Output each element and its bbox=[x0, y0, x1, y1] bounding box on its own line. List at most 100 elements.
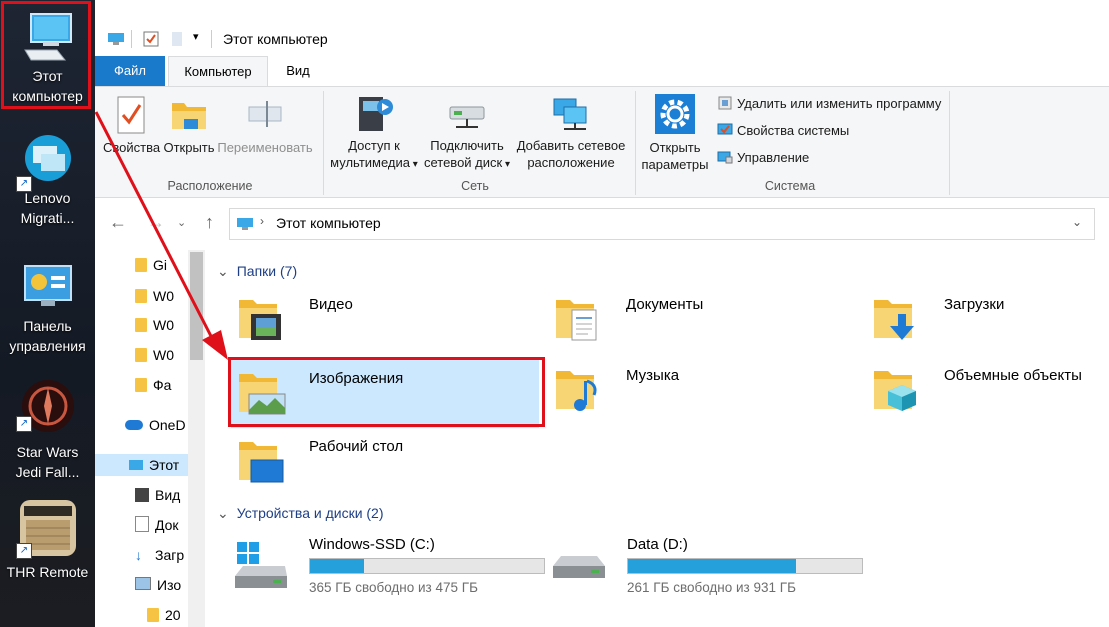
forward-arrow-icon[interactable]: → bbox=[147, 212, 165, 233]
pictures-icon bbox=[135, 577, 151, 590]
up-arrow-icon[interactable]: ↑ bbox=[205, 212, 214, 233]
ribbon-separator bbox=[635, 91, 636, 195]
group-header-folders[interactable]: ⌄ Папки (7) bbox=[217, 263, 297, 280]
folder-3d-objects[interactable]: Объемные объекты bbox=[860, 357, 1109, 425]
folder-icon bbox=[135, 258, 147, 272]
drive-free-space: 261 ГБ свободно из 931 ГБ bbox=[627, 580, 796, 595]
add-network-location-button[interactable]: Добавить сетевое расположение bbox=[513, 93, 629, 171]
folder-icon bbox=[135, 348, 147, 362]
drive-c[interactable]: Windows-SSD (C:) 365 ГБ свободно из 475 … bbox=[225, 532, 545, 602]
add-location-label-1: Добавить сетевое bbox=[516, 138, 626, 153]
settings-gear-icon bbox=[655, 94, 695, 134]
manage-button[interactable]: Управление bbox=[717, 147, 809, 169]
drive-d[interactable]: Data (D:) 261 ГБ свободно из 931 ГБ bbox=[543, 532, 863, 602]
desktop-icon-label: THR Remote bbox=[6, 564, 89, 580]
cloud-icon bbox=[125, 420, 143, 430]
highlight-frame bbox=[1, 1, 91, 109]
media-access-button[interactable]: Доступ к мультимедиа ▾ bbox=[329, 93, 419, 173]
group-header-drives[interactable]: ⌄ Устройства и диски (2) bbox=[217, 505, 384, 522]
group-label-network: Сеть bbox=[461, 179, 489, 193]
folder-videos[interactable]: Видео bbox=[225, 286, 531, 354]
properties-quick-icon[interactable] bbox=[143, 31, 159, 47]
group-header-label: Устройства и диски (2) bbox=[236, 505, 384, 521]
ribbon-separator bbox=[949, 91, 950, 195]
folder-desktop[interactable]: Рабочий стол bbox=[225, 428, 531, 496]
open-button[interactable]: Открыть bbox=[161, 95, 217, 156]
tab-view[interactable]: Вид bbox=[275, 56, 321, 86]
3d-objects-folder-icon bbox=[874, 371, 916, 411]
nav-item-label: 20 bbox=[165, 607, 181, 623]
nav-item-label: Фа bbox=[153, 377, 172, 393]
this-pc-small-icon bbox=[108, 33, 124, 45]
folder-music[interactable]: Музыка bbox=[542, 357, 848, 425]
nav-item-label: W0 bbox=[153, 347, 174, 363]
video-icon bbox=[135, 488, 149, 502]
downloads-folder-icon bbox=[874, 300, 914, 340]
rename-icon bbox=[248, 101, 282, 127]
videos-folder-icon bbox=[239, 300, 281, 340]
nav-item-label: Gi bbox=[153, 257, 167, 273]
explorer-window: ▾ Этот компьютер Файл Компьютер Вид Свой… bbox=[95, 0, 1109, 627]
folder-icon bbox=[135, 378, 147, 392]
hard-drive-icon bbox=[553, 556, 605, 578]
properties-button[interactable]: Свойства bbox=[103, 95, 160, 156]
map-drive-label-1: Подключить bbox=[430, 138, 504, 153]
title-bar: ▾ Этот компьютер bbox=[95, 0, 1109, 56]
control-panel-icon bbox=[23, 265, 72, 306]
rename-button[interactable]: Переименовать bbox=[217, 95, 313, 156]
desktop-icon-label: Lenovo bbox=[24, 190, 71, 206]
group-label-location: Расположение bbox=[167, 179, 253, 193]
drive-label: Data (D:) bbox=[627, 536, 688, 553]
window-title: Этот компьютер bbox=[223, 31, 328, 47]
ribbon-separator bbox=[323, 91, 324, 195]
manage-label: Управление bbox=[737, 150, 810, 165]
open-label: Открыть bbox=[163, 140, 215, 155]
tab-file[interactable]: Файл bbox=[95, 56, 165, 86]
folder-label: Видео bbox=[309, 296, 353, 313]
folder-label: Рабочий стол bbox=[309, 438, 404, 455]
address-dropdown-icon[interactable]: ⌄ bbox=[1072, 215, 1082, 229]
open-folder-icon bbox=[172, 103, 206, 129]
drive-label: Windows-SSD (C:) bbox=[309, 536, 435, 553]
ribbon: Свойства Открыть Переименовать Расположе… bbox=[95, 86, 1109, 198]
media-access-label-2: мультимедиа bbox=[330, 155, 410, 170]
recent-locations-chevron-icon[interactable]: ⌄ bbox=[177, 216, 186, 229]
folder-documents[interactable]: Документы bbox=[542, 286, 848, 354]
address-path: Этот компьютер bbox=[276, 215, 381, 231]
desktop-icon-thr-remote[interactable]: THR Remote bbox=[0, 498, 95, 582]
desktop-icon-control-panel[interactable]: Панель управления bbox=[0, 262, 95, 356]
windows-drive-icon bbox=[235, 542, 287, 588]
new-folder-quick-icon[interactable] bbox=[171, 31, 183, 47]
media-server-icon bbox=[359, 97, 393, 131]
add-network-location-icon bbox=[553, 98, 587, 130]
drive-free-space: 365 ГБ свободно из 475 ГБ bbox=[309, 580, 478, 595]
desktop-icon-label: управления bbox=[9, 338, 86, 354]
breadcrumb-chevron-icon[interactable]: › bbox=[260, 214, 264, 228]
folder-label: Музыка bbox=[626, 367, 680, 384]
uninstall-program-button[interactable]: Удалить или изменить программу bbox=[717, 93, 941, 115]
map-network-drive-button[interactable]: Подключить сетевой диск ▾ bbox=[421, 93, 513, 173]
navigation-bar: ← → ⌄ ↑ › Этот компьютер ⌄ bbox=[95, 198, 1109, 250]
drive-usage-bar bbox=[309, 558, 545, 574]
folder-label: Документы bbox=[626, 296, 704, 313]
quick-access-dropdown-icon[interactable]: ▾ bbox=[193, 30, 199, 43]
scroll-thumb[interactable] bbox=[190, 252, 203, 360]
ribbon-tabs: Файл Компьютер Вид bbox=[95, 56, 1109, 86]
tab-computer[interactable]: Компьютер bbox=[168, 56, 268, 86]
drive-usage-fill bbox=[310, 559, 364, 573]
map-drive-label-2: сетевой диск bbox=[423, 155, 503, 170]
open-settings-button[interactable]: Открыть параметры bbox=[639, 93, 711, 173]
back-arrow-icon[interactable]: ← bbox=[109, 212, 127, 233]
nav-item-this-pc[interactable]: Этот bbox=[95, 454, 188, 476]
desktop-icon-star-wars[interactable]: Star Wars Jedi Fall... bbox=[0, 376, 95, 482]
system-properties-button[interactable]: Свойства системы bbox=[717, 120, 849, 142]
group-header-label: Папки (7) bbox=[236, 263, 298, 279]
nav-scrollbar[interactable] bbox=[188, 250, 205, 627]
address-bar[interactable]: › Этот компьютер ⌄ bbox=[229, 208, 1095, 240]
folder-downloads[interactable]: Загрузки bbox=[860, 286, 1109, 354]
navigation-pane: Gi W0 W0 W0 Фа OneD Этот Вид Док ↓ Загр И… bbox=[95, 250, 205, 627]
folder-icon bbox=[135, 289, 147, 303]
folder-icon bbox=[147, 608, 159, 622]
desktop-icon-lenovo-migration[interactable]: Lenovo Migrati... bbox=[0, 134, 95, 228]
document-icon bbox=[135, 516, 149, 532]
